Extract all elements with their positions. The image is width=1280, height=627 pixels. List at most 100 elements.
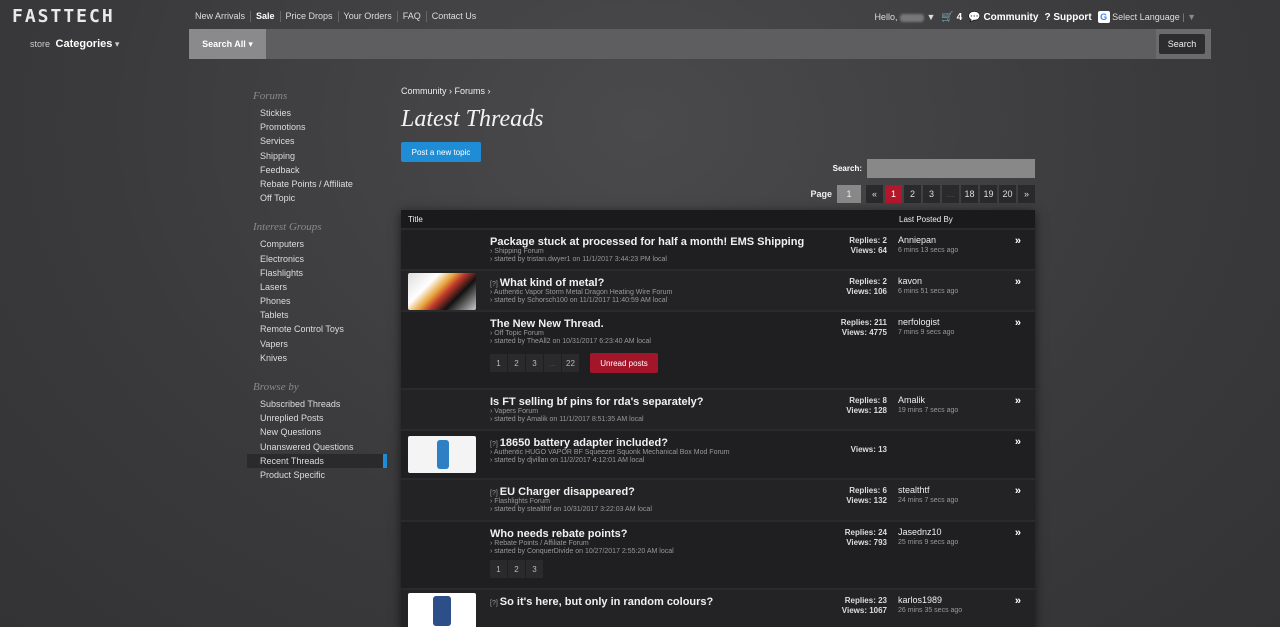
nav-your-orders[interactable]: Your Orders — [337, 11, 397, 22]
page-button-2[interactable]: 2 — [904, 185, 921, 203]
page-button-18[interactable]: 18 — [961, 185, 978, 203]
search-button[interactable]: Search — [1159, 34, 1205, 54]
thread-title[interactable]: Who needs rebate points? — [490, 528, 628, 540]
go-to-thread-icon[interactable]: » — [1015, 276, 1021, 288]
view-count: Views: 793 — [846, 537, 887, 547]
product-thumbnail[interactable] — [408, 436, 476, 473]
cart-link[interactable]: 🛒 4 — [941, 12, 962, 23]
search-scope-select[interactable]: Search All ▾ — [189, 29, 266, 59]
table-row[interactable]: [?] What kind of metal? › Authentic Vapor… — [401, 269, 1035, 310]
sidebar-item-flashlights[interactable]: Flashlights — [247, 266, 387, 280]
sidebar-item-services[interactable]: Services — [247, 134, 387, 148]
thread-page-button[interactable]: 1 — [490, 560, 507, 578]
nav-faq[interactable]: FAQ — [396, 11, 426, 22]
nav-new-arrivals[interactable]: New Arrivals — [190, 11, 250, 22]
table-row[interactable]: The New New Thread. › Off Topic Forum › … — [401, 310, 1035, 388]
account-menu[interactable]: Hello, ▼ — [874, 12, 935, 22]
page-number-input[interactable]: 1 — [837, 185, 861, 203]
table-row[interactable]: [?] EU Charger disappeared? › Flashlights… — [401, 478, 1035, 520]
last-poster-name[interactable]: Amalik — [898, 395, 958, 406]
forum-search-input[interactable] — [867, 159, 1035, 178]
sidebar-item-subscribed-threads[interactable]: Subscribed Threads — [247, 397, 387, 411]
thread-title[interactable]: [?] What kind of metal? — [490, 277, 604, 289]
go-to-thread-icon[interactable]: » — [1015, 235, 1021, 247]
community-link[interactable]: 💬 Community — [968, 12, 1038, 23]
page-button-19[interactable]: 19 — [980, 185, 997, 203]
sidebar-item-unreplied-posts[interactable]: Unreplied Posts — [247, 411, 387, 425]
sidebar-item-phones[interactable]: Phones — [247, 294, 387, 308]
go-to-thread-icon[interactable]: » — [1015, 395, 1021, 407]
post-new-topic-button[interactable]: Post a new topic — [401, 142, 481, 162]
thread-title[interactable]: Is FT selling bf pins for rda's separate… — [490, 396, 704, 408]
table-row[interactable]: [?] 18650 battery adapter included? › Aut… — [401, 429, 1035, 478]
sidebar-item-unanswered-questions[interactable]: Unanswered Questions — [247, 440, 387, 454]
sidebar-item-tablets[interactable]: Tablets — [247, 308, 387, 322]
thread-title[interactable]: [?] EU Charger disappeared? — [490, 486, 635, 498]
sidebar-item-new-questions[interactable]: New Questions — [247, 425, 387, 439]
table-row[interactable]: Package stuck at processed for half a mo… — [401, 228, 1035, 269]
sidebar-item-stickies[interactable]: Stickies — [247, 106, 387, 120]
sidebar-item-lasers[interactable]: Lasers — [247, 280, 387, 294]
thread-title[interactable]: [?] 18650 battery adapter included? — [490, 437, 668, 449]
page-button-1[interactable]: 1 — [885, 185, 902, 203]
community-label: Community — [983, 11, 1039, 23]
next-page-button[interactable]: » — [1018, 185, 1035, 203]
sidebar-item-knives[interactable]: Knives — [247, 351, 387, 365]
sidebar-item-vapers[interactable]: Vapers — [247, 337, 387, 351]
go-to-thread-icon[interactable]: » — [1015, 485, 1021, 497]
nav-sale[interactable]: Sale — [250, 11, 280, 22]
table-row[interactable]: Who needs rebate points? › Rebate Points… — [401, 520, 1035, 588]
sidebar-item-promotions[interactable]: Promotions — [247, 120, 387, 134]
language-select[interactable]: G Select Language | ▼ — [1097, 11, 1196, 23]
thread-page-button[interactable]: 22 — [562, 354, 579, 372]
sidebar-item-feedback[interactable]: Feedback — [247, 163, 387, 177]
thread-page-button[interactable]: 2 — [508, 560, 525, 578]
thread-title[interactable]: The New New Thread. — [490, 318, 604, 330]
col-last-posted-header: Last Posted By — [899, 214, 953, 224]
last-poster-name[interactable]: stealthtf — [898, 485, 958, 496]
thread-title-text: EU Charger disappeared? — [499, 486, 635, 498]
unread-posts-button[interactable]: Unread posts — [590, 353, 658, 373]
thread-title[interactable]: Package stuck at processed for half a mo… — [490, 236, 804, 248]
sidebar-item-remote-control-toys[interactable]: Remote Control Toys — [247, 322, 387, 336]
site-logo[interactable]: FASTTECH — [12, 6, 115, 27]
go-to-thread-icon[interactable]: » — [1015, 595, 1021, 607]
thread-page-ellipsis: ... — [544, 354, 561, 372]
thread-page-button[interactable]: 1 — [490, 354, 507, 372]
thread-page-button[interactable]: 3 — [526, 354, 543, 372]
thread-page-button[interactable]: 2 — [508, 354, 525, 372]
go-to-thread-icon[interactable]: » — [1015, 436, 1021, 448]
page-button-20[interactable]: 20 — [999, 185, 1016, 203]
table-row[interactable]: Is FT selling bf pins for rda's separate… — [401, 388, 1035, 429]
search-input[interactable] — [266, 29, 1156, 59]
go-to-thread-icon[interactable]: » — [1015, 527, 1021, 539]
last-poster-name[interactable]: nerfologist — [898, 317, 954, 328]
sidebar-item-recent-threads[interactable]: Recent Threads — [247, 453, 387, 468]
prev-page-button[interactable]: « — [866, 185, 883, 203]
thread-page-button[interactable]: 3 — [526, 560, 543, 578]
search-scope-label: Search All — [202, 39, 246, 49]
last-poster-name[interactable]: kavon — [898, 276, 958, 287]
page-button-3[interactable]: 3 — [923, 185, 940, 203]
sidebar-item-rebate-points[interactable]: Rebate Points / Affiliate — [247, 177, 387, 191]
support-link[interactable]: ? Support — [1044, 12, 1091, 23]
sidebar-item-off-topic[interactable]: Off Topic — [247, 191, 387, 205]
product-thumbnail[interactable] — [408, 273, 476, 310]
sidebar-item-computers[interactable]: Computers — [247, 237, 387, 251]
last-poster-name[interactable]: Jasednz10 — [898, 527, 958, 538]
breadcrumb[interactable]: Community › Forums › — [401, 86, 1035, 96]
sidebar-item-product-specific[interactable]: Product Specific — [247, 468, 387, 482]
main-content: Community › Forums › Latest Threads Post… — [401, 86, 1035, 627]
nav-price-drops[interactable]: Price Drops — [279, 11, 338, 22]
last-poster-name[interactable]: karlos1989 — [898, 595, 962, 606]
go-to-thread-icon[interactable]: » — [1015, 317, 1021, 329]
categories-menu[interactable]: store Categories ▾ — [30, 38, 119, 50]
thread-title[interactable]: [?] So it's here, but only in random colo… — [490, 596, 713, 608]
product-thumbnail[interactable] — [408, 593, 476, 627]
last-poster-name[interactable]: Anniepan — [898, 235, 958, 246]
nav-contact-us[interactable]: Contact Us — [425, 11, 482, 22]
table-header: Title Last Posted By — [401, 210, 1035, 228]
table-row[interactable]: [?] So it's here, but only in random colo… — [401, 588, 1035, 627]
sidebar-item-electronics[interactable]: Electronics — [247, 252, 387, 266]
sidebar-item-shipping[interactable]: Shipping — [247, 149, 387, 163]
